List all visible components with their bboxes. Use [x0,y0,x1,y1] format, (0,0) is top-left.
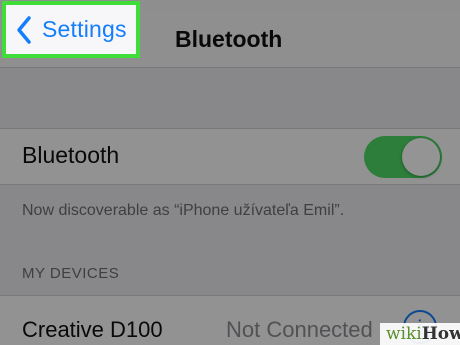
watermark-how: How [421,324,460,344]
device-status: Not Connected [226,317,373,342]
device-name: Creative D100 [22,317,163,342]
wikihow-watermark: wikiHow [380,323,460,345]
bluetooth-label: Bluetooth [22,142,120,168]
discoverable-text: Now discoverable as “iPhone užívateľa Em… [22,202,345,219]
back-button[interactable]: Settings [2,1,140,58]
section-spacer [0,68,460,128]
watermark-wiki: wiki [386,324,422,344]
page-title: Bluetooth [175,26,283,52]
my-devices-header: MY DEVICES [22,265,120,282]
bluetooth-row: Bluetooth [0,128,460,185]
back-label: Settings [42,16,127,42]
chevron-left-icon [17,15,31,44]
bluetooth-toggle[interactable] [364,136,442,178]
toggle-knob [402,138,440,176]
